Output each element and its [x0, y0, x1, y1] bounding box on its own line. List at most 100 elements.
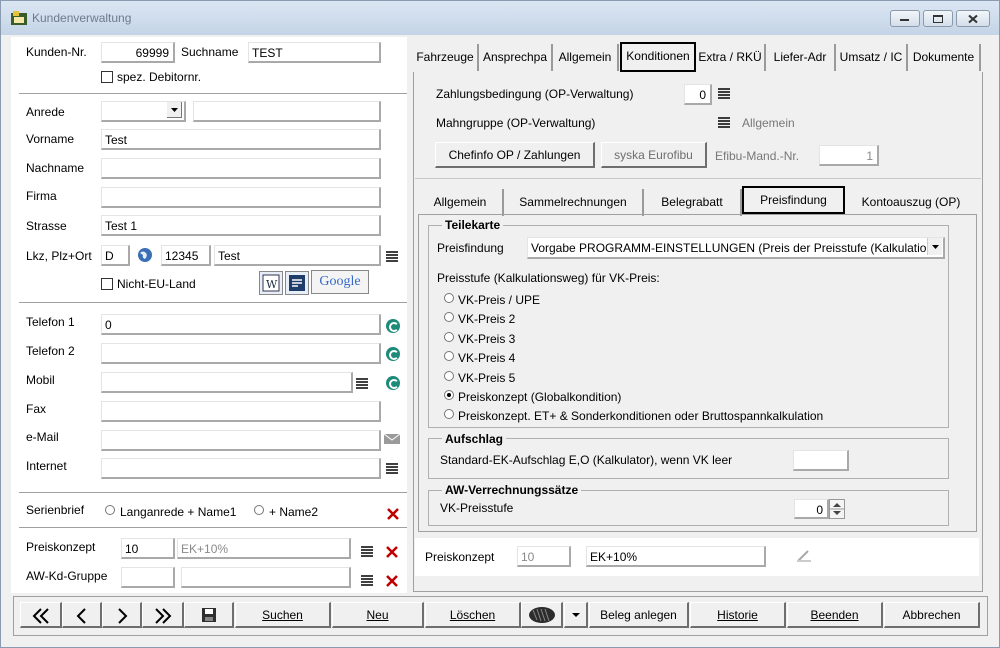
subtab-allgemein[interactable]: Allgemein: [418, 189, 504, 216]
email-field[interactable]: [101, 430, 381, 451]
telefon1-field[interactable]: 0: [101, 314, 381, 335]
title-bar[interactable]: Kundenverwaltung: [1, 1, 999, 35]
preisfindung-dropdown[interactable]: Vorgabe PROGRAMM-EINSTELLUNGEN (Preis de…: [527, 237, 945, 259]
firma-field[interactable]: [101, 187, 381, 208]
kunden-nr-field[interactable]: 69999: [101, 42, 175, 63]
serienbrief-name2-radio[interactable]: [254, 505, 264, 515]
nicht-eu-checkbox[interactable]: [101, 278, 113, 290]
tab-allgemein[interactable]: Allgemein: [553, 44, 619, 71]
preiskonzept-et-radio[interactable]: [444, 409, 454, 419]
tab-fahrzeuge[interactable]: Fahrzeuge: [413, 44, 479, 71]
chefinfo-button[interactable]: Chefinfo OP / Zahlungen: [435, 142, 595, 168]
close-button[interactable]: [956, 10, 990, 27]
list-icon[interactable]: [361, 575, 373, 587]
serienbrief-langanrede-radio[interactable]: [105, 505, 115, 515]
tab-konditionen[interactable]: Konditionen: [620, 42, 696, 72]
spez-debitor-label: spez. Debitornr.: [117, 70, 202, 84]
subtab-preisfindung[interactable]: Preisfindung: [742, 186, 845, 214]
list-icon[interactable]: [361, 546, 373, 558]
preiskonzept-label: Preiskonzept: [26, 540, 96, 554]
subtab-kontoauszug[interactable]: Kontoauszug (OP): [845, 189, 977, 216]
word-button[interactable]: W: [259, 271, 283, 295]
mobil-field[interactable]: [101, 372, 353, 393]
google-button[interactable]: Google: [311, 270, 369, 294]
strasse-field[interactable]: Test 1: [101, 215, 381, 236]
anrede-extra-field[interactable]: [193, 101, 381, 122]
anrede-dropdown-arrow[interactable]: [167, 102, 182, 118]
preisstufe-label: Preisstufe (Kalkulationsweg) für VK-Prei…: [437, 271, 660, 285]
delete-icon[interactable]: [386, 575, 398, 587]
list-icon[interactable]: [386, 463, 398, 475]
vk-preis-3-radio[interactable]: [444, 332, 454, 342]
divider: [19, 302, 407, 304]
neu-button[interactable]: Neu: [332, 602, 424, 628]
internet-field[interactable]: [101, 458, 381, 479]
lkz-field[interactable]: D: [101, 245, 130, 266]
vk-preis-5-radio[interactable]: [444, 371, 454, 381]
app-icon: [11, 11, 27, 25]
email-send-icon[interactable]: [384, 434, 400, 446]
tab-dokumente[interactable]: Dokumente: [908, 44, 981, 71]
awkd-nr-field[interactable]: [121, 567, 175, 588]
vk-preis-4-radio[interactable]: [444, 351, 454, 361]
subtab-belegrabatt[interactable]: Belegrabatt: [644, 189, 742, 216]
strasse-label: Strasse: [26, 219, 67, 233]
loeschen-button[interactable]: Löschen: [425, 602, 521, 628]
phone-call-icon[interactable]: [386, 347, 400, 361]
beleg-anlegen-button[interactable]: Beleg anlegen: [589, 602, 689, 628]
suchname-field[interactable]: TEST: [248, 42, 381, 63]
preiskonzept-nr-field[interactable]: 10: [121, 538, 175, 559]
plz-field[interactable]: 12345: [161, 245, 211, 266]
maximize-button[interactable]: [923, 10, 953, 27]
delete-icon[interactable]: [386, 546, 398, 558]
list-icon[interactable]: [718, 117, 730, 129]
zahlungsbedingung-field[interactable]: 0: [684, 84, 712, 105]
vk-preisstufe-field[interactable]: 0: [794, 499, 829, 519]
syska-eurofibu-button[interactable]: syska Eurofibu: [601, 142, 707, 168]
save-button[interactable]: [184, 602, 234, 628]
abbrechen-button[interactable]: Abbrechen: [884, 602, 980, 628]
vorname-field[interactable]: Test: [101, 129, 381, 150]
last-record-button[interactable]: [142, 602, 184, 628]
ort-field[interactable]: Test: [214, 245, 381, 266]
next-record-button[interactable]: [102, 602, 142, 628]
historie-button[interactable]: Historie: [690, 602, 786, 628]
edit-pencil-icon[interactable]: [796, 549, 812, 563]
list-icon[interactable]: [356, 378, 368, 390]
nachname-field[interactable]: [101, 158, 381, 179]
nicht-eu-label: Nicht-EU-Land: [117, 277, 196, 291]
spez-debitor-checkbox[interactable]: [101, 71, 113, 83]
preisfindung-dropdown-arrow[interactable]: [927, 238, 942, 255]
tab-umsatz-ic[interactable]: Umsatz / IC: [836, 44, 908, 71]
vk-preis-upe-radio[interactable]: [444, 293, 454, 303]
bottom-preiskonzept-nr: 10: [517, 546, 571, 567]
phone-call-icon[interactable]: [386, 319, 400, 333]
fax-field[interactable]: [101, 401, 381, 422]
phone-call-icon[interactable]: [386, 376, 400, 390]
preiskonzept-global-radio[interactable]: [444, 390, 454, 400]
vk-preisstufe-spinner[interactable]: [829, 499, 845, 519]
list-icon[interactable]: [386, 251, 398, 263]
minimize-button[interactable]: [890, 10, 920, 27]
tab-liefer-adr[interactable]: Liefer-Adr: [766, 44, 836, 71]
delete-icon[interactable]: [387, 508, 399, 520]
vk-preis-2-radio[interactable]: [444, 312, 454, 322]
beleg-anlegen-label: Beleg anlegen: [600, 608, 677, 622]
historie-label: Historie: [717, 608, 758, 622]
internet-label: Internet: [26, 459, 67, 473]
tire-dropdown-button[interactable]: [564, 602, 588, 628]
telefon2-field[interactable]: [101, 343, 381, 364]
beenden-button[interactable]: Beenden: [787, 602, 883, 628]
tire-button[interactable]: [521, 602, 563, 628]
tab-ansprechpartner[interactable]: Ansprechpa: [479, 44, 553, 71]
aufschlag-field[interactable]: [793, 450, 849, 471]
efibu-label: Efibu-Mand.-Nr.: [715, 149, 800, 163]
previous-record-button[interactable]: [62, 602, 102, 628]
list-icon[interactable]: [718, 88, 730, 100]
suchen-button[interactable]: Suchen: [235, 602, 331, 628]
contact-card-button[interactable]: [285, 271, 309, 295]
subtab-sammelrechnungen[interactable]: Sammelrechnungen: [504, 189, 644, 216]
globe-icon[interactable]: [137, 247, 153, 263]
tab-extra-rku[interactable]: Extra / RKÜ: [696, 44, 766, 71]
first-record-button[interactable]: [20, 602, 62, 628]
